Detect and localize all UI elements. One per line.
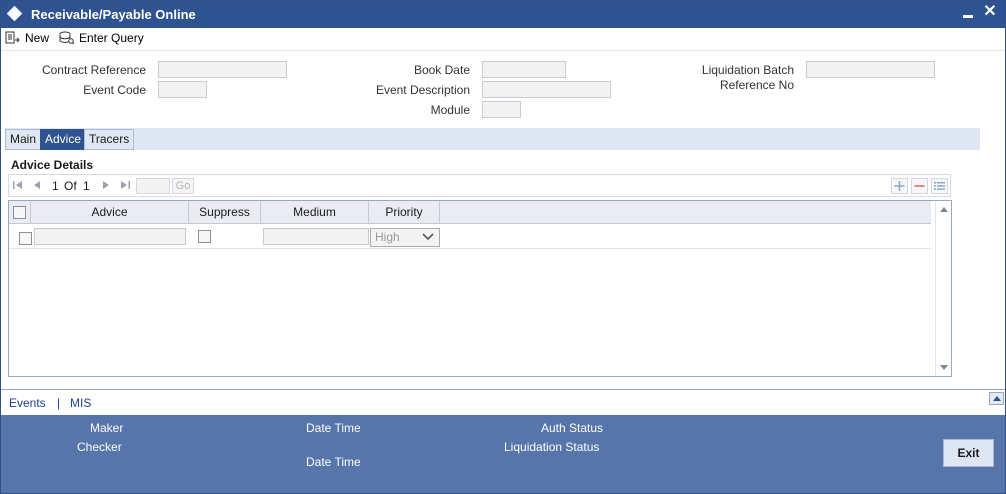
close-icon[interactable]: ✕ <box>981 3 999 23</box>
advice-grid: Advice Suppress Medium Priority High <box>8 200 952 377</box>
first-page-icon[interactable] <box>12 179 24 191</box>
table-row: High <box>9 225 931 249</box>
grid-scrollbar[interactable] <box>935 201 951 376</box>
bottom-links: Events | MIS <box>1 390 1005 415</box>
toolbar: New Enter Query <box>1 28 1005 50</box>
add-row-button[interactable] <box>891 178 908 194</box>
priority-select[interactable]: High <box>370 228 440 247</box>
single-view-button[interactable] <box>931 178 948 194</box>
collapse-footer-button[interactable] <box>989 392 1004 405</box>
enter-query-label: Enter Query <box>79 31 144 45</box>
events-link[interactable]: Events <box>9 396 46 410</box>
list-view-icon <box>934 182 945 190</box>
select-all-checkbox[interactable] <box>13 206 26 219</box>
event-code-field[interactable] <box>158 81 207 98</box>
scroll-up-icon[interactable] <box>940 207 948 212</box>
mis-link[interactable]: MIS <box>70 396 91 410</box>
liquidation-status-label: Liquidation Status <box>504 440 600 454</box>
module-field[interactable] <box>482 101 521 118</box>
row-select-checkbox[interactable] <box>19 232 32 245</box>
next-page-icon[interactable] <box>100 179 112 191</box>
total-pages: 1 <box>83 179 90 193</box>
scroll-down-icon[interactable] <box>940 365 948 370</box>
contract-reference-label: Contract Reference <box>41 63 146 77</box>
tab-bar: Main Advice Tracers <box>5 128 980 150</box>
liquidation-batch-label: Liquidation Batch <box>701 63 794 77</box>
module-label: Module <box>430 103 470 117</box>
tab-advice[interactable]: Advice <box>40 129 87 150</box>
window-icon <box>6 5 23 22</box>
auth-status-label: Auth Status <box>541 421 604 435</box>
book-date-field[interactable] <box>482 61 566 78</box>
priority-value: High <box>375 230 400 244</box>
new-button[interactable]: New <box>5 29 49 47</box>
title-bar: Receivable/Payable Online ✕ <box>1 1 1005 28</box>
minus-icon <box>914 185 925 187</box>
footer-panel: Maker Checker Date Time Date Time Auth S… <box>1 415 1005 493</box>
column-header-suppress[interactable]: Suppress <box>189 201 261 224</box>
maker-label: Maker <box>90 421 124 435</box>
minimize-icon[interactable] <box>959 5 977 25</box>
header-form: Contract Reference Event Code Book Date … <box>1 51 1005 128</box>
book-date-label: Book Date <box>413 63 470 77</box>
last-page-icon[interactable] <box>119 179 131 191</box>
reference-no-label: Reference No <box>719 78 794 92</box>
column-header-advice[interactable]: Advice <box>31 201 189 224</box>
new-icon <box>5 31 20 44</box>
link-separator: | <box>57 396 61 410</box>
liquidation-batch-reference-field[interactable] <box>806 61 935 78</box>
event-description-field[interactable] <box>482 81 611 98</box>
chevron-down-icon <box>422 233 434 241</box>
previous-page-icon[interactable] <box>31 179 43 191</box>
checker-date-time-label: Date Time <box>306 455 361 469</box>
go-button[interactable]: Go <box>172 178 194 194</box>
chevron-up-icon <box>993 396 1001 401</box>
suppress-checkbox[interactable] <box>198 230 211 243</box>
grid-header: Advice Suppress Medium Priority <box>9 201 931 224</box>
page-number-input[interactable] <box>136 178 170 194</box>
column-header-medium[interactable]: Medium <box>261 201 369 224</box>
plus-icon <box>894 181 905 191</box>
advice-field[interactable] <box>34 228 186 245</box>
checker-label: Checker <box>77 440 122 454</box>
tab-main[interactable]: Main <box>5 129 42 150</box>
medium-field[interactable] <box>263 228 369 245</box>
current-page: 1 <box>52 179 59 193</box>
page-of-label: Of <box>64 179 77 193</box>
delete-row-button[interactable] <box>911 178 928 194</box>
contract-reference-field[interactable] <box>158 61 287 78</box>
enter-query-icon <box>59 31 75 45</box>
new-label: New <box>25 31 50 45</box>
event-code-label: Event Code <box>83 83 146 97</box>
exit-button[interactable]: Exit <box>943 439 994 467</box>
receivable-payable-window: Receivable/Payable Online ✕ New Enter Qu… <box>0 0 1006 494</box>
enter-query-button[interactable]: Enter Query <box>59 29 144 47</box>
maker-date-time-label: Date Time <box>306 421 361 435</box>
tab-tracers[interactable]: Tracers <box>84 129 135 150</box>
event-description-label: Event Description <box>375 83 470 97</box>
advice-details-title: Advice Details <box>11 158 94 172</box>
column-header-priority[interactable]: Priority <box>369 201 440 224</box>
select-all-cell <box>9 201 31 224</box>
window-title: Receivable/Payable Online <box>31 7 196 22</box>
record-navigator: 1 Of 1 Go <box>8 174 951 197</box>
